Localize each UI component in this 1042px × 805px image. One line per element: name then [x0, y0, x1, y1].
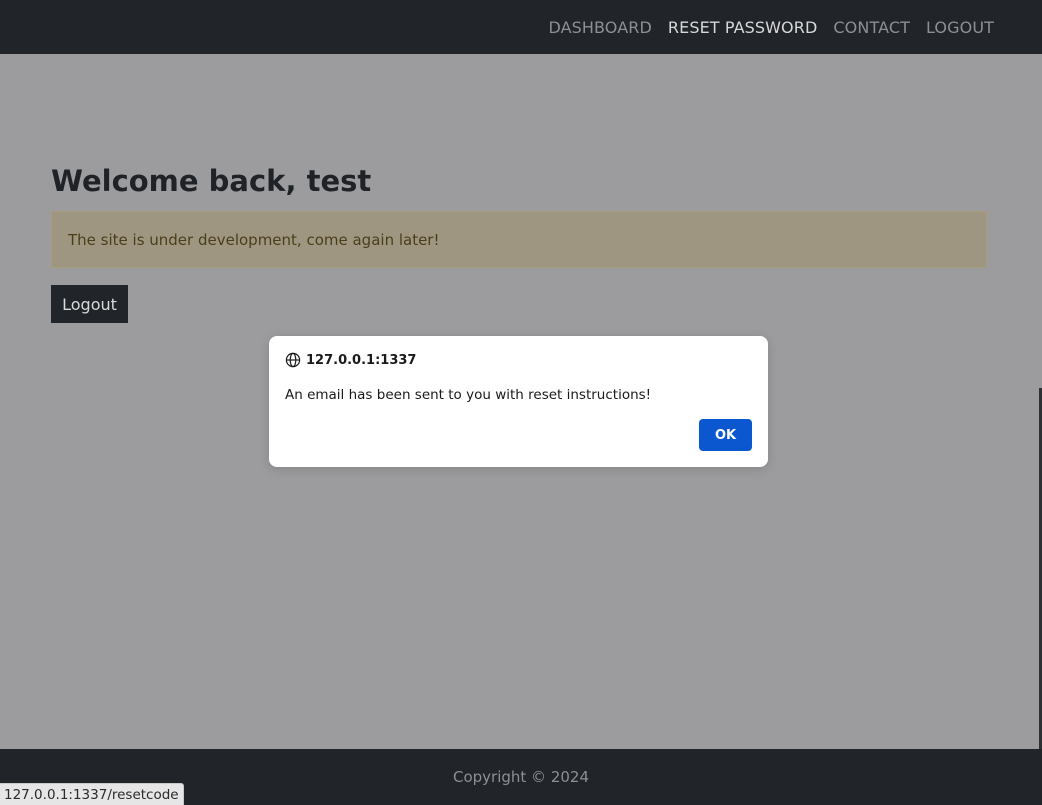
- nav-link-reset-password[interactable]: RESET PASSWORD: [668, 18, 818, 37]
- ok-button[interactable]: OK: [699, 419, 752, 451]
- dialog-origin: 127.0.0.1:1337: [285, 352, 416, 368]
- nav-link-logout[interactable]: LOGOUT: [926, 18, 994, 37]
- copyright-text: Copyright © 2024: [452, 768, 589, 786]
- globe-icon: [285, 352, 301, 368]
- nav-link-dashboard[interactable]: DASHBOARD: [548, 18, 651, 37]
- warning-alert: The site is under development, come agai…: [51, 211, 987, 268]
- dialog-message: An email has been sent to you with reset…: [285, 387, 652, 403]
- status-bar-url: 127.0.0.1:1337/resetcode: [0, 783, 184, 805]
- nav-link-contact[interactable]: CONTACT: [833, 18, 910, 37]
- top-navbar: DASHBOARD RESET PASSWORD CONTACT LOGOUT: [0, 0, 1042, 54]
- logout-button[interactable]: Logout: [51, 285, 128, 323]
- dialog-origin-text: 127.0.0.1:1337: [306, 352, 417, 368]
- alert-dialog: 127.0.0.1:1337 An email has been sent to…: [269, 336, 768, 467]
- page-title: Welcome back, test: [51, 164, 372, 198]
